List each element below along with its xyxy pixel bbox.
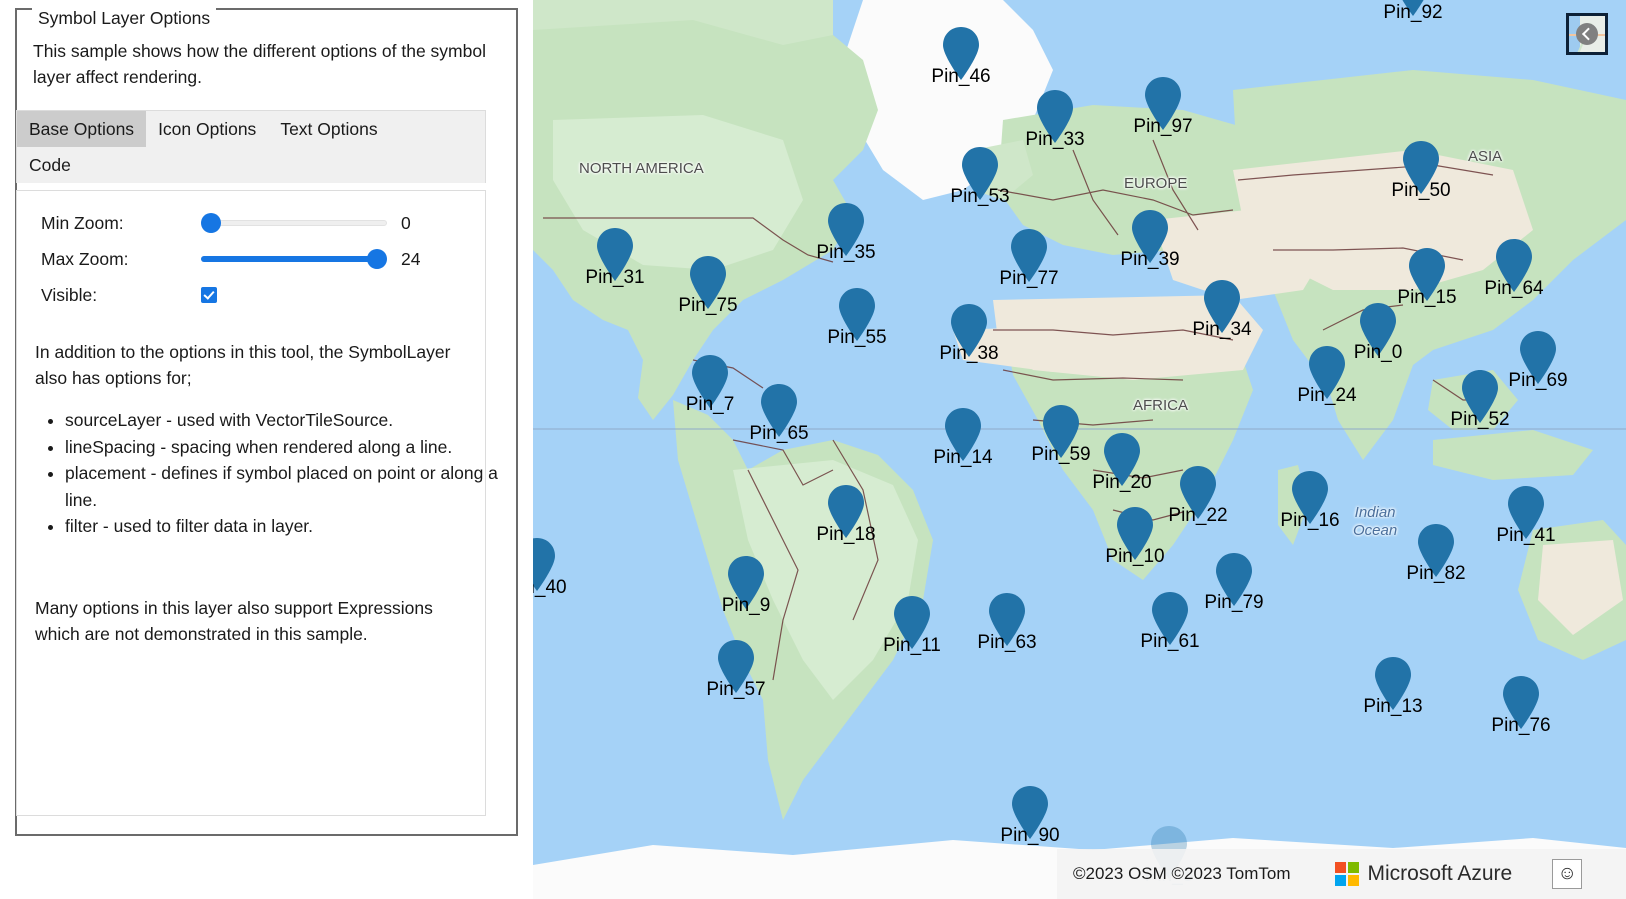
map-pin-label: Pin_53 <box>950 186 1010 207</box>
map-pin-label: Pin_20 <box>1092 472 1152 493</box>
map-pin-label: Pin_41 <box>1496 525 1556 546</box>
map-pin-label: Pin_59 <box>1031 444 1091 465</box>
map-pin-label: Pin_24 <box>1297 385 1357 406</box>
map-pin-label: Pin_34 <box>1192 319 1252 340</box>
options-panel: Symbol Layer Options This sample shows h… <box>0 0 533 899</box>
options-bullet-list: sourceLayer - used with VectorTileSource… <box>27 407 505 540</box>
map-pin-label: Pin_14 <box>933 447 993 468</box>
map-pin-label: Pin_13 <box>1363 696 1423 717</box>
min-zoom-value: 0 <box>401 212 411 233</box>
map-pin-label: Pin_57 <box>706 679 766 700</box>
map-pin-label: Pin_35 <box>816 242 876 263</box>
map-pin-label: Pin_39 <box>1120 249 1180 270</box>
max-zoom-label: Max Zoom: <box>41 248 129 269</box>
region-label: EUROPE <box>1124 175 1188 192</box>
tab-code[interactable]: Code <box>17 147 485 183</box>
tab-text-options[interactable]: Text Options <box>268 111 389 147</box>
min-zoom-label: Min Zoom: <box>41 212 124 233</box>
map-pin-label: Pin_33 <box>1025 129 1085 150</box>
max-zoom-row: Max Zoom: 24 <box>41 241 461 277</box>
map-pin-label: Pin_75 <box>678 295 738 316</box>
min-zoom-thumb[interactable] <box>201 213 221 233</box>
map-pin-label: Pin_7 <box>685 394 735 415</box>
map-pin-label: Pin_92 <box>1383 2 1443 23</box>
map-pin-label: Pin_55 <box>827 327 887 348</box>
list-item: lineSpacing - spacing when rendered alon… <box>65 434 505 461</box>
visible-label: Visible: <box>41 284 98 305</box>
map-pin-label: Pin_10 <box>1105 546 1165 567</box>
map-pin-label: Pin_9 <box>721 595 771 616</box>
min-zoom-track <box>201 220 387 226</box>
list-item: filter - used to filter data in layer. <box>65 513 505 540</box>
map-pin-label: Pin_16 <box>1280 510 1340 531</box>
map-pin-label: Pin_64 <box>1484 278 1544 299</box>
list-item: placement - defines if symbol placed on … <box>65 460 505 513</box>
max-zoom-slider[interactable] <box>201 249 387 269</box>
list-item: sourceLayer - used with VectorTileSource… <box>65 407 505 434</box>
max-zoom-thumb[interactable] <box>367 249 387 269</box>
ocean-label: Indian Ocean <box>1353 504 1398 539</box>
min-zoom-slider[interactable] <box>201 213 387 233</box>
chevron-left-glyph <box>1581 27 1595 41</box>
chevron-left-icon <box>1576 23 1598 45</box>
visible-checkbox[interactable] <box>201 287 217 303</box>
microsoft-logo-icon <box>1334 862 1359 886</box>
max-zoom-value: 24 <box>401 248 421 269</box>
region-label: ASIA <box>1468 148 1503 165</box>
panel-legend-title: Symbol Layer Options <box>32 8 217 29</box>
map-pin-label: Pin_52 <box>1450 409 1510 430</box>
azure-brand-label: Microsoft Azure <box>1367 862 1513 885</box>
map-pin-label: Pin_38 <box>939 343 999 364</box>
max-zoom-fill <box>201 256 377 262</box>
attribution-text: ©2023 OSM ©2023 TomTom <box>1073 864 1291 883</box>
map-pin-label: Pin_79 <box>1204 592 1264 613</box>
region-label: AFRICA <box>1133 397 1189 414</box>
region-label: NORTH AMERICA <box>579 160 704 177</box>
note-outro-text: Many options in this layer also support … <box>35 598 433 644</box>
map-pin-label: Pin_50 <box>1391 180 1451 201</box>
map-pin-label: Pin_97 <box>1133 116 1193 137</box>
option-rows: Min Zoom: 0 Max Zoom: 24 Visible: <box>41 205 461 313</box>
map-pin-label: Pin_0 <box>1353 342 1403 363</box>
map-pin-label: Pin_11 <box>883 635 941 656</box>
map-attribution-bar: ©2023 OSM ©2023 TomTom Microsoft Azure ☺ <box>1057 849 1626 899</box>
map-pin-label: Pin_69 <box>1508 370 1568 391</box>
tab-strip: Base Options Icon Options Text Options C… <box>16 110 486 183</box>
map-style-picker-button[interactable] <box>1566 13 1608 55</box>
map-pin-label: Pin_15 <box>1397 287 1457 308</box>
tab-panel-base-options: Min Zoom: 0 Max Zoom: 24 Visible: In add… <box>16 190 498 816</box>
map-pin-label: Pin_77 <box>999 268 1059 289</box>
map-pin-label: Pin_22 <box>1168 505 1228 526</box>
note-intro-text: In addition to the options in this tool,… <box>35 342 451 388</box>
min-zoom-row: Min Zoom: 0 <box>41 205 461 241</box>
map-pin-label: Pin_90 <box>1000 825 1060 846</box>
map-pin-label: Pin_63 <box>977 632 1037 653</box>
map-pin-label: Pin_65 <box>749 423 809 444</box>
map-pin-label: Pin_31 <box>585 267 645 288</box>
tab-icon-options[interactable]: Icon Options <box>146 111 268 147</box>
map-pin-label: Pin_18 <box>816 524 876 545</box>
map-pin-label: Pin_40 <box>533 577 567 598</box>
map-pin-label: Pin_82 <box>1406 563 1466 584</box>
tab-base-options[interactable]: Base Options <box>17 111 147 147</box>
panel-intro-text: This sample shows how the different opti… <box>33 41 486 87</box>
map-pin-label: Pin_46 <box>931 66 991 87</box>
visible-row: Visible: <box>41 277 461 313</box>
map-pin-label: Pin_61 <box>1140 631 1200 652</box>
azure-maps-canvas[interactable]: NORTH AMERICA EUROPE ASIA AFRICA Indian O… <box>533 0 1626 899</box>
smiley-face-icon[interactable]: ☺ <box>1552 859 1583 889</box>
map-pin-label: Pin_76 <box>1491 715 1551 736</box>
